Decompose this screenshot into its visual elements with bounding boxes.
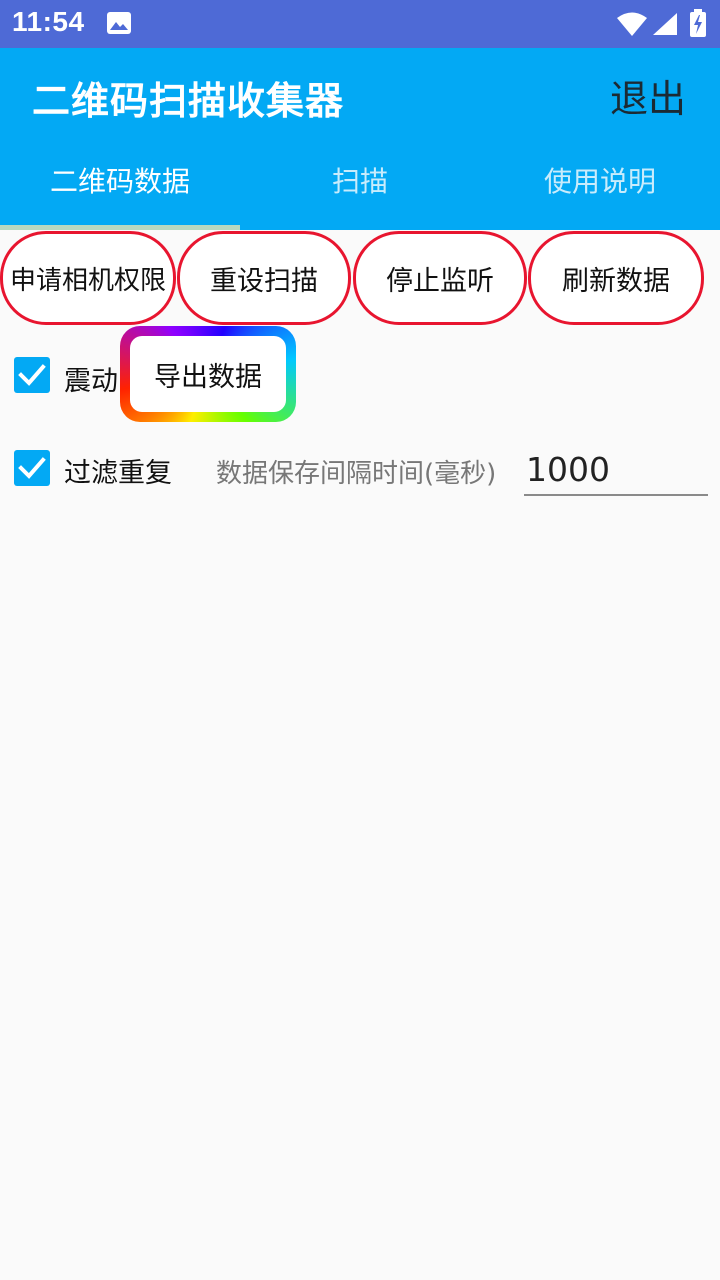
check-icon [18,457,46,479]
status-time: 11:54 [12,6,85,37]
export-data-button[interactable]: 导出数据 [120,326,296,422]
status-bar: 11:54 [0,0,720,48]
tab-instructions[interactable]: 使用说明 [480,148,720,230]
tab-scan[interactable]: 扫描 [240,148,480,230]
vibrate-label: 震动 [64,366,118,397]
exit-button[interactable]: 退出 [610,68,686,123]
export-data-label: 导出数据 [130,336,286,412]
tab-qr-data[interactable]: 二维码数据 [0,148,240,230]
save-interval-label: 数据保存间隔时间(毫秒) [216,459,497,489]
check-icon [18,364,46,386]
battery-charging-icon [689,9,707,41]
reset-scan-button[interactable]: 重设扫描 [177,231,351,325]
app-bar: 二维码扫描收集器 退出 二维码数据 扫描 使用说明 [0,48,720,230]
app-title: 二维码扫描收集器 [32,79,345,123]
image-icon [106,11,132,39]
refresh-data-button[interactable]: 刷新数据 [528,231,704,325]
filter-duplicates-label: 过滤重复 [64,458,172,489]
tab-bar: 二维码数据 扫描 使用说明 [0,148,720,230]
stop-listen-button[interactable]: 停止监听 [353,231,527,325]
filter-duplicates-checkbox[interactable] [14,450,50,486]
save-interval-input[interactable] [524,444,708,496]
tab-indicator [0,225,240,230]
request-camera-permission-button[interactable]: 申请相机权限 [0,231,176,325]
vibrate-checkbox[interactable] [14,357,50,393]
signal-icon [652,12,678,40]
wifi-icon [616,11,648,41]
